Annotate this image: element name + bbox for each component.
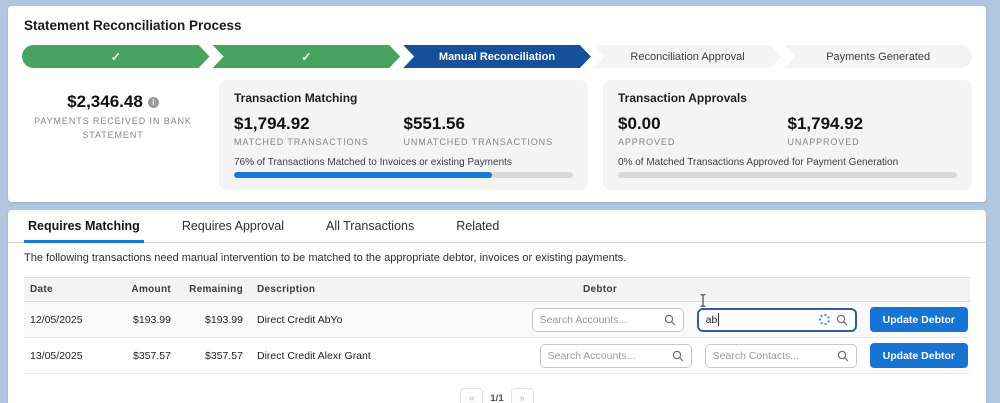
total-label: PAYMENTS RECEIVED IN BANK STATEMENT — [34, 116, 192, 140]
approvals-title: Transaction Approvals — [618, 91, 747, 105]
reconciliation-summary-card: Statement Reconciliation Process ✓ ✓ Man… — [8, 6, 986, 202]
header-amount: Amount — [131, 284, 171, 295]
approvals-progress-text: 0% of Matched Transactions Approved for … — [618, 157, 899, 168]
tab-all-transactions[interactable]: All Transactions — [322, 219, 418, 242]
search-icon — [836, 314, 848, 325]
step-payments-generated[interactable]: Payments Generated — [784, 45, 972, 68]
row-controls: ab Update Debtor — [531, 307, 970, 332]
progress-path: ✓ ✓ Manual Reconciliation Reconciliation… — [22, 45, 972, 68]
search-icon — [672, 350, 684, 361]
matched-amount: $1,794.92 — [234, 114, 310, 133]
header-date: Date — [30, 284, 53, 295]
step-label: Payments Generated — [826, 50, 931, 63]
text-caret — [718, 313, 720, 326]
header-debtor: Debtor — [583, 284, 618, 295]
tab-related[interactable]: Related — [452, 219, 503, 242]
step-manual-reconciliation[interactable]: Manual Reconciliation — [403, 45, 591, 68]
matching-progress-fill — [234, 172, 492, 178]
transactions-table: Date Amount Remaining Description Debtor… — [24, 277, 970, 403]
transactions-card: Requires Matching Requires Approval All … — [8, 210, 986, 403]
cell-remaining: $193.99 — [205, 313, 243, 326]
ibeam-cursor-icon — [700, 293, 706, 308]
summary-stats: $2,346.48 i PAYMENTS RECEIVED IN BANK STA… — [8, 68, 986, 196]
step-label: Manual Reconciliation — [438, 50, 556, 63]
step-label: Reconciliation Approval — [630, 50, 745, 63]
cell-remaining: $357.57 — [205, 349, 243, 362]
next-page-button[interactable]: » — [510, 388, 534, 403]
unmatched-amount: $551.56 — [403, 114, 465, 133]
search-accounts-field[interactable] — [531, 307, 684, 332]
step-reconciliation-approval[interactable]: Reconciliation Approval — [594, 45, 782, 68]
search-contacts-field[interactable]: ab — [696, 307, 857, 332]
cell-amount: $193.99 — [133, 313, 171, 326]
cell-date: 12/05/2025 — [30, 313, 83, 326]
matching-progress-text: 76% of Transactions Matched to Invoices … — [234, 157, 512, 168]
approved-label: APPROVED — [618, 137, 676, 147]
transaction-matching-box: Transaction Matching $1,794.92 MATCHED T… — [219, 80, 588, 190]
loading-spinner-icon — [818, 314, 830, 325]
header-remaining: Remaining — [189, 284, 243, 295]
total-amount: $2,346.48 — [67, 92, 143, 111]
table-row: 13/05/2025 $357.57 $357.57 Direct Credit… — [24, 338, 970, 374]
search-accounts-field[interactable] — [539, 343, 692, 368]
cell-amount: $357.57 — [133, 349, 171, 362]
bank-statement-total: $2,346.48 i PAYMENTS RECEIVED IN BANK STA… — [22, 80, 204, 190]
check-icon: ✓ — [110, 49, 121, 64]
cell-description: Direct Credit AbYo — [257, 313, 343, 326]
update-debtor-button[interactable]: Update Debtor — [869, 307, 968, 332]
table-header-row: Date Amount Remaining Description Debtor — [24, 277, 970, 302]
search-contacts-input[interactable] — [712, 349, 837, 362]
matching-title: Transaction Matching — [234, 91, 358, 105]
pagination: « 1/1 » — [24, 388, 970, 403]
search-contacts-input-value: ab — [705, 313, 718, 326]
cell-description: Direct Credit Alexr Grant — [257, 349, 371, 362]
step-completed-2[interactable]: ✓ — [213, 45, 401, 68]
header-description: Description — [257, 284, 316, 295]
matching-progress-track — [234, 172, 573, 178]
tab-description: The following transactions need manual i… — [24, 252, 627, 264]
search-icon — [664, 314, 676, 325]
search-contacts-field[interactable] — [704, 343, 857, 368]
row-controls: Update Debtor — [539, 343, 970, 368]
approved-amount: $0.00 — [618, 114, 661, 133]
table-row: 12/05/2025 $193.99 $193.99 Direct Credit… — [24, 302, 970, 338]
tab-requires-approval[interactable]: Requires Approval — [178, 219, 288, 242]
step-completed-1[interactable]: ✓ — [22, 45, 210, 68]
approvals-progress-track — [618, 172, 957, 178]
cell-date: 13/05/2025 — [30, 349, 83, 362]
search-accounts-input[interactable] — [547, 349, 672, 362]
prev-page-button[interactable]: « — [460, 388, 484, 403]
matched-label: MATCHED TRANSACTIONS — [234, 137, 369, 147]
unapproved-label: UNAPPROVED — [787, 137, 860, 147]
search-accounts-input[interactable] — [539, 313, 664, 326]
unapproved-amount: $1,794.92 — [787, 114, 864, 133]
transaction-approvals-box: Transaction Approvals $0.00 APPROVED $1,… — [603, 80, 972, 190]
tab-bar: Requires Matching Requires Approval All … — [8, 210, 986, 243]
search-icon — [837, 350, 849, 361]
check-icon: ✓ — [301, 49, 312, 64]
info-icon[interactable]: i — [147, 97, 159, 108]
page-indicator: 1/1 — [490, 393, 504, 403]
tab-requires-matching[interactable]: Requires Matching — [24, 219, 144, 243]
page-title: Statement Reconciliation Process — [24, 18, 242, 33]
update-debtor-button[interactable]: Update Debtor — [869, 343, 968, 368]
page-background: Statement Reconciliation Process ✓ ✓ Man… — [0, 0, 1000, 403]
unmatched-label: UNMATCHED TRANSACTIONS — [403, 137, 553, 147]
